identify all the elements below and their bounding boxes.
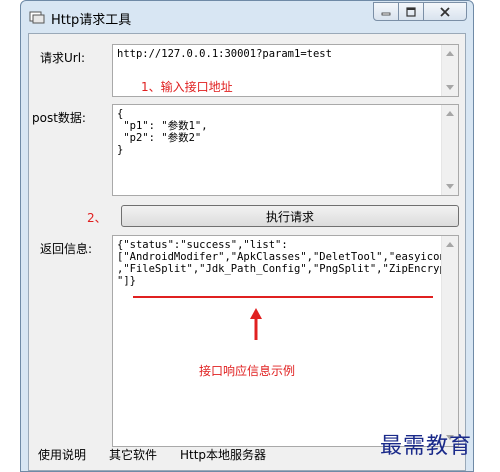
scroll-down-icon[interactable] xyxy=(446,85,454,90)
other-software-link[interactable]: 其它软件 xyxy=(109,446,157,463)
post-data-input[interactable]: { "p1": "参数1", "p2": "参数2" } xyxy=(112,104,459,196)
response-line: "]} xyxy=(117,275,136,287)
post-scrollbar[interactable] xyxy=(441,105,458,195)
execute-request-button[interactable]: 执行请求 xyxy=(121,205,459,227)
scroll-up-icon[interactable] xyxy=(446,242,454,247)
maximize-button[interactable] xyxy=(398,2,424,21)
url-label: 请求Url: xyxy=(40,51,86,65)
maximize-icon xyxy=(406,6,416,17)
url-scrollbar[interactable] xyxy=(441,45,458,96)
url-value: http://127.0.0.1:30001?param1=test xyxy=(117,48,332,60)
watermark: 最需教育 xyxy=(380,434,473,459)
response-line: ,"FileSplit","Jdk_Path_Config","PngSplit… xyxy=(117,263,453,275)
scroll-down-icon[interactable] xyxy=(446,184,454,189)
response-line: {"status":"success","list": xyxy=(117,239,288,251)
app-icon xyxy=(29,11,45,24)
http-local-server-link[interactable]: Http本地服务器 xyxy=(180,446,266,463)
post-line: { xyxy=(117,108,124,120)
minimize-icon xyxy=(381,12,391,15)
exec-step-label: 2、 xyxy=(87,211,107,225)
minimize-button[interactable] xyxy=(373,2,399,21)
title-bar[interactable]: Http请求工具 xyxy=(21,1,473,33)
url-hint: 1、输入接口地址 xyxy=(141,80,233,94)
scroll-up-icon[interactable] xyxy=(446,51,454,56)
close-button[interactable] xyxy=(423,2,467,21)
response-scrollbar[interactable] xyxy=(441,236,458,446)
response-label: 返回信息: xyxy=(40,242,93,256)
response-annotation: 接口响应信息示例 xyxy=(199,364,296,378)
app-window: Http请求工具 请求Url: http://127.0.0.1:30001?p… xyxy=(20,0,474,472)
close-icon xyxy=(440,6,450,17)
scroll-up-icon[interactable] xyxy=(446,111,454,116)
response-output[interactable]: {"status":"success","list": ["AndroidMod… xyxy=(112,235,459,447)
annotation-underline xyxy=(133,296,433,298)
annotation-arrow-icon xyxy=(250,308,262,340)
help-link[interactable]: 使用说明 xyxy=(38,446,86,463)
post-line: "p1": "参数1", xyxy=(117,120,208,132)
post-label: post数据: xyxy=(32,111,86,125)
post-line: } xyxy=(117,144,124,156)
response-line: ["AndroidModifer","ApkClasses","DeletToo… xyxy=(117,251,453,263)
window-title: Http请求工具 xyxy=(51,13,132,28)
client-area: 请求Url: http://127.0.0.1:30001?param1=tes… xyxy=(28,33,466,471)
post-line: "p2": "参数2" xyxy=(117,132,202,144)
